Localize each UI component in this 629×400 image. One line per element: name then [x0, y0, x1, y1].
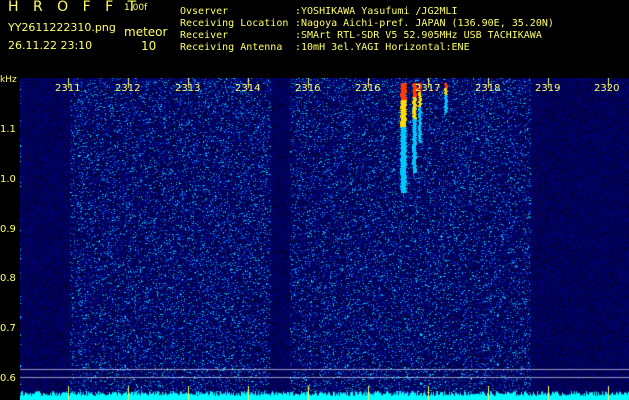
x-tick-label: 2319 — [535, 83, 561, 94]
info-value: :Nagoya Aichi-pref. JAPAN (136.90E, 35.2… — [295, 18, 554, 29]
info-row-location: Receiving Location :Nagoya Aichi-pref. JA… — [180, 18, 554, 29]
info-key: Receiving Antenna — [180, 42, 283, 53]
app-version: 1.00f — [124, 3, 148, 13]
info-row-observer: Ovserver :YOSHIKAWA Yasufumi /JG2MLI — [180, 6, 458, 17]
info-key: Receiver — [180, 30, 229, 41]
x-tick-label: 2311 — [55, 83, 81, 94]
x-tick-label: 2318 — [475, 83, 501, 94]
info-row-receiver: Receiver :SMArt RTL-SDR V5 52.905MHz USB … — [180, 30, 542, 41]
x-tick-label: 2317 — [415, 83, 441, 94]
x-tick-label: 2314 — [235, 83, 261, 94]
x-tick-label: 2312 — [115, 83, 141, 94]
meteor-label: meteor — [124, 25, 168, 39]
spectrogram-canvas — [20, 78, 629, 400]
image-filename: YY2611222310.png — [8, 21, 116, 34]
y-tick-label: 1.1 — [0, 124, 16, 135]
info-key: Ovserver — [180, 6, 229, 17]
info-row-antenna: Receiving Antenna :10mH 3el.YAGI Horizont… — [180, 42, 470, 53]
y-tick-label: 0.6 — [0, 373, 16, 384]
y-tick-label: 1.0 — [0, 174, 16, 185]
x-tick-label: 2313 — [175, 83, 201, 94]
info-value: :YOSHIKAWA Yasufumi /JG2MLI — [295, 6, 458, 17]
info-value: :SMArt RTL-SDR V5 52.905MHz USB TACHIKAW… — [295, 30, 542, 41]
y-tick-label: 0.8 — [0, 273, 16, 284]
x-tick-label: 2316 — [295, 83, 321, 94]
capture-datetime: 26.11.22 23:10 — [8, 39, 93, 52]
info-value: :10mH 3el.YAGI Horizontal:ENE — [295, 42, 470, 53]
x-tick-label: 2316 — [355, 83, 381, 94]
x-tick-label: 2320 — [594, 83, 620, 94]
meteor-count: 10 — [141, 39, 157, 53]
y-tick-label: 0.7 — [0, 323, 16, 334]
y-axis-unit: kHz — [0, 75, 17, 85]
info-key: Receiving Location — [180, 18, 289, 29]
app-title: H R O F F T — [8, 0, 142, 15]
y-tick-label: 0.9 — [0, 224, 16, 235]
